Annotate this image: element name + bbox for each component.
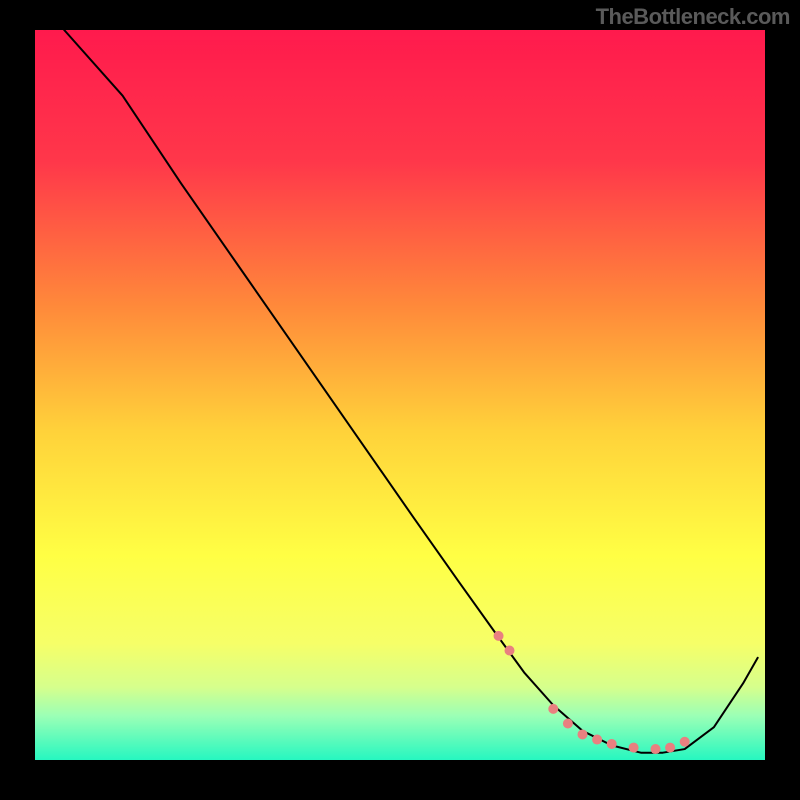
marker-dot: [651, 744, 661, 754]
marker-dot: [680, 737, 690, 747]
marker-dot: [592, 735, 602, 745]
chart-stage: TheBottleneck.com: [0, 0, 800, 800]
marker-dot: [665, 743, 675, 753]
marker-dot: [505, 646, 515, 656]
bottleneck-chart: [0, 0, 800, 800]
marker-dot: [607, 739, 617, 749]
marker-dot: [563, 719, 573, 729]
marker-dot: [578, 729, 588, 739]
marker-dot: [494, 631, 504, 641]
plot-background: [35, 30, 765, 760]
marker-dot: [629, 743, 639, 753]
attribution-label: TheBottleneck.com: [596, 4, 790, 30]
marker-dot: [548, 704, 558, 714]
